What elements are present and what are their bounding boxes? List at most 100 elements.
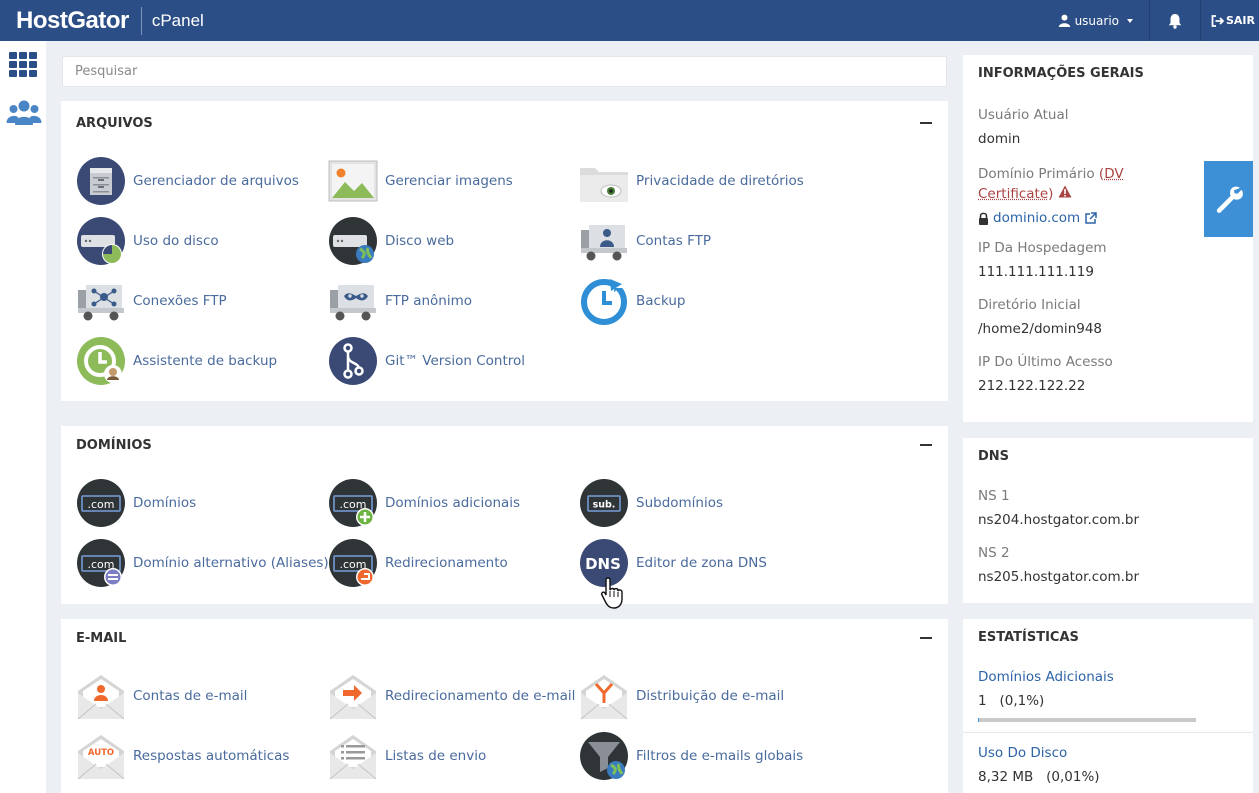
app-mailing-lists[interactable]: Listas de envio [328, 731, 486, 781]
app-email-routing[interactable]: Distribuição de e-mail [579, 671, 784, 721]
app-label: Subdomínios [636, 495, 724, 511]
brand-logo[interactable]: HostGator [16, 7, 129, 35]
aliases-icon: .com [77, 539, 125, 587]
external-link-icon[interactable] [1084, 211, 1097, 225]
user-icon [1058, 14, 1070, 27]
primary-domain-row: dominio.com [978, 208, 1238, 228]
app-label: Editor de zona DNS [636, 555, 767, 571]
backup-icon [581, 279, 627, 325]
logout-label: SAIR [1226, 14, 1255, 27]
app-ftp-accounts[interactable]: Contas FTP [579, 216, 711, 266]
app-label: Gerenciador de arquivos [133, 173, 299, 189]
addon-domains-stat-link[interactable]: Domínios Adicionais [978, 669, 1238, 685]
file-manager-icon [77, 157, 125, 205]
collapse-icon[interactable] [920, 122, 932, 124]
app-label: Backup [636, 293, 686, 309]
app-addon-domains[interactable]: .com Domínios adicionais [328, 478, 520, 528]
panel-title: ESTATÍSTICAS [978, 630, 1079, 645]
app-directory-privacy[interactable]: Privacidade de diretórios [579, 156, 804, 206]
home-dir-value: /home2/domin948 [978, 321, 1103, 337]
app-global-filters[interactable]: Filtros de e-mails globais [579, 731, 803, 781]
app-label: Redirecionamento de e-mail [385, 688, 576, 704]
app-label: Gerenciar imagens [385, 173, 513, 189]
sign-out-icon [1211, 14, 1224, 27]
notifications-button[interactable] [1150, 0, 1200, 41]
app-label: Distribuição de e-mail [636, 688, 785, 704]
app-label: Domínios [133, 495, 197, 511]
primary-domain-link[interactable]: dominio.com [993, 208, 1080, 228]
app-git[interactable]: Git™ Version Control [328, 336, 525, 386]
primary-domain-label: Domínio Primário (DV Certificate) [978, 166, 1124, 202]
app-email-accounts[interactable]: Contas de e-mail [76, 671, 247, 721]
app-label: Contas de e-mail [133, 688, 248, 704]
app-label: Domínios adicionais [385, 495, 521, 511]
redirects-icon: .com [329, 539, 377, 587]
app-label: Conexões FTP [133, 293, 227, 309]
app-backup[interactable]: Backup [579, 276, 686, 326]
app-file-manager[interactable]: Gerenciador de arquivos [76, 156, 299, 206]
subdomains-icon: sub. [580, 479, 628, 527]
app-label: Respostas automáticas [133, 748, 290, 764]
app-ftp-connections[interactable]: Conexões FTP [76, 276, 227, 326]
app-subdomains[interactable]: sub. Subdomínios [579, 478, 723, 528]
email-routing-icon [580, 675, 628, 720]
user-name: usuario [1074, 13, 1119, 28]
ftp-connections-icon [78, 285, 124, 321]
app-anonymous-ftp[interactable]: FTP anônimo [328, 276, 472, 326]
addon-domains-stat: 1 (0,1%) [978, 693, 1045, 709]
svg-text:.com: .com [88, 498, 115, 511]
users-icon[interactable] [6, 99, 42, 127]
app-backup-wizard[interactable]: Assistente de backup [76, 336, 277, 386]
backup-wizard-icon [77, 337, 125, 385]
app-autoresponders[interactable]: AUTO Respostas automáticas [76, 731, 289, 781]
section-title: ARQUIVOS [76, 115, 153, 131]
ns1-label: NS 1 [978, 488, 1010, 504]
addon-domains-icon: .com [329, 479, 377, 527]
app-images[interactable]: Gerenciar imagens [328, 156, 513, 206]
ns1-value: ns204.hostgator.com.br [978, 512, 1140, 528]
app-aliases[interactable]: .com Domínio alternativo (Aliases) [76, 538, 329, 588]
git-icon [329, 337, 377, 385]
general-info-panel: INFORMAÇÕES GERAIS Usuário Atual domin D… [963, 55, 1253, 422]
global-filters-icon [580, 732, 628, 780]
app-label: Disco web [385, 233, 455, 249]
grid-icon[interactable] [8, 52, 38, 78]
app-disk-usage[interactable]: Uso do disco [76, 216, 219, 266]
mailing-lists-icon [329, 735, 377, 780]
autoresponders-icon: AUTO [77, 735, 125, 780]
app-label: Uso do disco [133, 233, 219, 249]
hand-cursor-icon [601, 577, 623, 609]
email-accounts-icon [77, 675, 125, 720]
svg-text:AUTO: AUTO [88, 748, 114, 758]
section-email: E-MAIL Contas de e-mail Redirecionamento… [61, 619, 948, 793]
ftp-accounts-icon [581, 225, 627, 261]
search-input[interactable] [62, 56, 947, 87]
collapse-icon[interactable] [920, 637, 932, 639]
last-ip-label: IP Do Último Acesso [978, 354, 1113, 370]
collapse-icon[interactable] [920, 444, 932, 446]
app-label: FTP anônimo [385, 293, 473, 309]
disk-usage-stat: 8,32 MB (0,01%) [978, 769, 1100, 785]
logout-button[interactable]: SAIR [1201, 0, 1259, 41]
directory-privacy-icon [580, 168, 628, 202]
app-label: Domínio alternativo (Aliases) [133, 555, 329, 571]
bell-icon [1168, 13, 1182, 29]
app-label: Listas de envio [385, 748, 487, 764]
disk-usage-stat-link[interactable]: Uso Do Disco [978, 745, 1238, 761]
section-arquivos: ARQUIVOS Gerenciador de arquivos Gerenci… [61, 101, 948, 401]
addon-domains-progress [978, 718, 1196, 722]
app-forwarders[interactable]: Redirecionamento de e-mail [328, 671, 575, 721]
app-label: Contas FTP [636, 233, 712, 249]
app-label: Redirecionamento [385, 555, 508, 571]
product-name: cPanel [151, 10, 204, 30]
lock-icon [979, 212, 988, 225]
app-web-disk[interactable]: Disco web [328, 216, 454, 266]
tools-button[interactable] [1204, 161, 1253, 237]
app-redirects[interactable]: .com Redirecionamento [328, 538, 508, 588]
app-domains[interactable]: .com Domínios [76, 478, 196, 528]
current-user-value: domin [978, 131, 1021, 147]
hosting-ip-value: 111.111.111.119 [978, 264, 1094, 280]
warning-icon [1058, 185, 1072, 198]
user-menu[interactable]: usuario [1046, 0, 1149, 41]
stat-divider [963, 732, 1253, 733]
